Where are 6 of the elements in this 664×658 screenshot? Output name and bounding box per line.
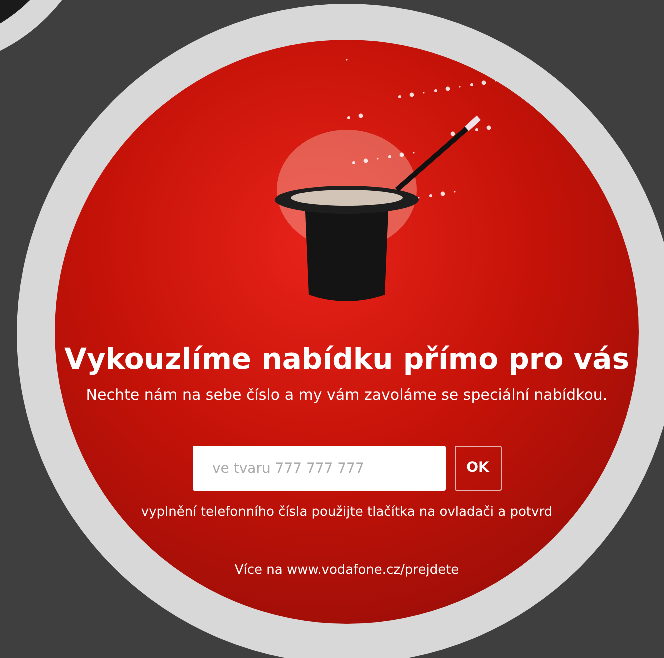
more-info-text: Více na www.vodafone.cz/prejdete [234,562,460,580]
ok-button[interactable]: OK [454,446,502,491]
offer-subtitle: Nechte nám na sebe číslo a my vám zavoláme se speciální nabídkou. [86,384,608,406]
offer-title: Vykouzlíme nabídku přímo pro vás [64,341,630,378]
phone-input-field[interactable]: ve tvaru 777 777 777 [192,446,446,491]
input-hint: vyplnění telefonního čísla použijte tlačítka na ovladači a potvrd [141,504,553,522]
